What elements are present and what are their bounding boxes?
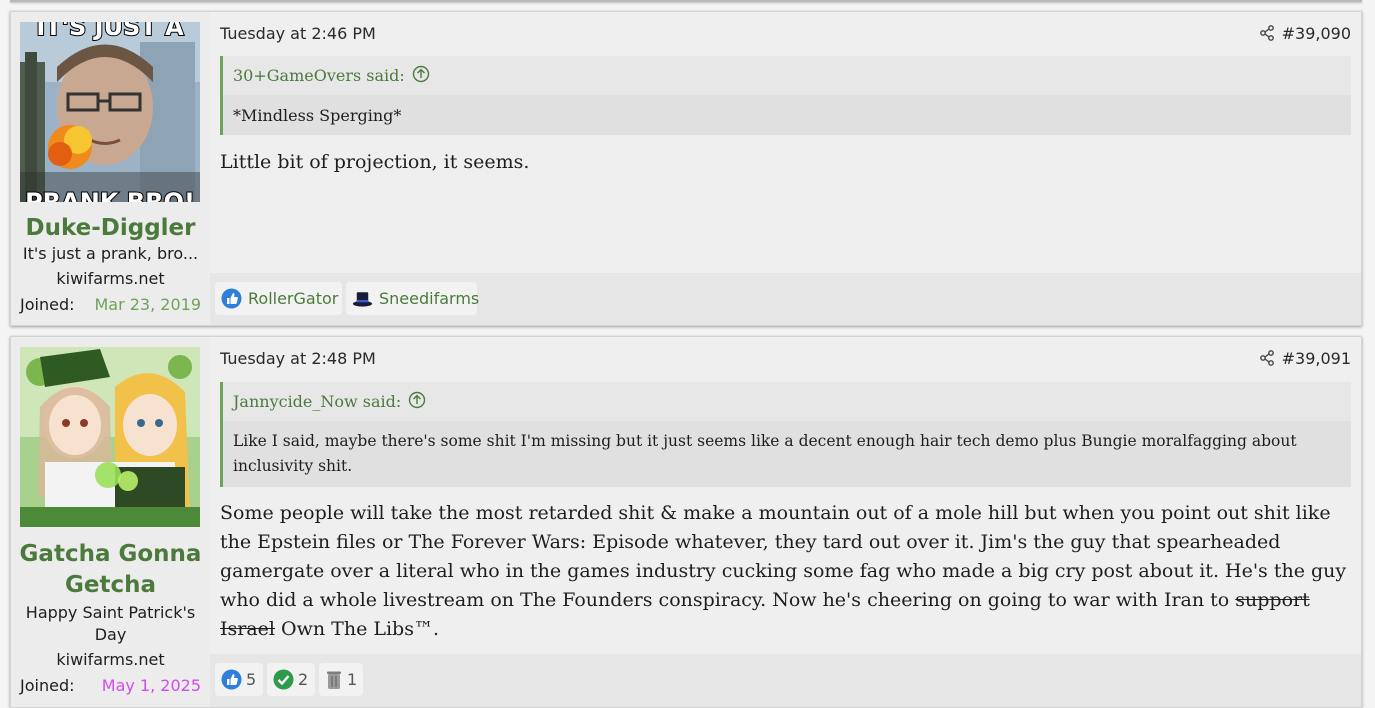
reaction-trash-count[interactable]: 1 — [319, 663, 363, 696]
top-hat-icon — [352, 288, 373, 309]
like-icon — [221, 669, 242, 690]
trash-can-icon — [325, 669, 343, 690]
message-body: Some people will take the most retarded … — [220, 499, 1351, 644]
reaction-like-count[interactable]: 5 — [215, 663, 263, 696]
reactions-bar: 5 2 1 — [210, 654, 1361, 707]
quote-text: *Mindless Sperging* — [223, 95, 1351, 135]
quote-author-link[interactable]: Jannycide_Now said: — [233, 392, 401, 411]
check-icon — [273, 669, 294, 690]
user-title: It's just a prank, bro... — [22, 244, 199, 263]
reaction-sneedifarms[interactable]: Sneedifarms — [346, 282, 479, 315]
reaction-user[interactable]: Sneedifarms — [379, 289, 479, 308]
avatar-caption-top: IT'S JUST A — [36, 22, 184, 41]
username[interactable]: Gatcha Gonna Getcha — [11, 539, 210, 601]
post-main: Tuesday at 2:46 PM #39,090 30+GameOvers … — [210, 12, 1361, 325]
share-icon[interactable] — [1259, 25, 1275, 45]
avatar[interactable] — [20, 347, 200, 527]
reaction-count: 2 — [298, 670, 309, 689]
quote-author-link[interactable]: 30+GameOvers said: — [233, 66, 405, 85]
post-39090: IT'S JUST A PRANK BRO! Duke-Diggler It's… — [10, 11, 1362, 326]
message-text: Some people will take the most retarded … — [220, 502, 1347, 611]
post-number-link[interactable]: #39,090 — [1282, 24, 1351, 43]
message-text-end: Own The Libs™. — [275, 618, 439, 640]
reaction-count: 1 — [347, 670, 358, 689]
username[interactable]: Duke-Diggler — [11, 213, 210, 244]
reaction-count: 5 — [246, 670, 257, 689]
go-to-quote-icon[interactable] — [408, 391, 426, 413]
post-date[interactable]: Tuesday at 2:46 PM — [220, 24, 376, 43]
reaction-user[interactable]: RollerGator — [248, 289, 338, 308]
user-cell: Gatcha Gonna Getcha Happy Saint Patrick'… — [11, 337, 210, 707]
quote-header: 30+GameOvers said: — [223, 56, 1351, 95]
user-cell: IT'S JUST A PRANK BRO! Duke-Diggler It's… — [11, 12, 210, 325]
avatar-caption-bottom: PRANK BRO! — [25, 188, 195, 202]
reaction-agree-count[interactable]: 2 — [267, 663, 315, 696]
joined-label: Joined: — [20, 295, 75, 314]
joined-label: Joined: — [20, 676, 75, 695]
post-main: Tuesday at 2:48 PM #39,091 Jannycide_Now… — [210, 337, 1361, 707]
quote-block: Jannycide_Now said: Like I said, maybe t… — [220, 382, 1351, 487]
quote-header: Jannycide_Now said: — [223, 382, 1351, 421]
like-icon — [221, 288, 242, 309]
user-site: kiwifarms.net — [56, 269, 165, 288]
reaction-rollergator[interactable]: RollerGator — [215, 282, 342, 315]
post-39091: Gatcha Gonna Getcha Happy Saint Patrick'… — [10, 336, 1362, 708]
message-body: Little bit of projection, it seems. — [220, 151, 530, 173]
share-icon[interactable] — [1259, 350, 1275, 370]
joined-date: Mar 23, 2019 — [94, 295, 201, 314]
user-title: Happy Saint Patrick's Day — [25, 603, 196, 644]
post-date[interactable]: Tuesday at 2:48 PM — [220, 349, 376, 368]
user-site: kiwifarms.net — [56, 650, 165, 669]
joined-date: May 1, 2025 — [101, 676, 201, 695]
go-to-quote-icon[interactable] — [412, 65, 430, 87]
quote-text: Like I said, maybe there's some shit I'm… — [223, 421, 1351, 487]
quote-block: 30+GameOvers said: *Mindless Sperging* — [220, 56, 1351, 135]
post-number-link[interactable]: #39,091 — [1282, 349, 1351, 368]
previous-post-edge — [10, 0, 1362, 2]
reactions-bar: RollerGator Sneedifarms — [210, 273, 1361, 325]
avatar[interactable]: IT'S JUST A PRANK BRO! — [20, 22, 200, 202]
